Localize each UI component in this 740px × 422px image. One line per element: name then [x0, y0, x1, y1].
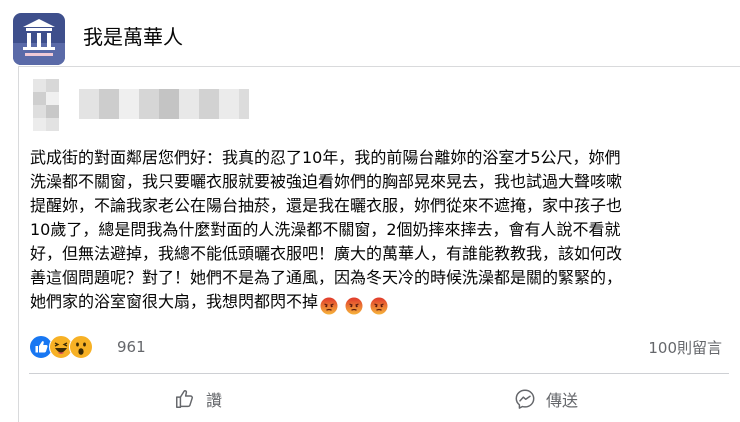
blurred-author-name — [79, 89, 249, 119]
angry-face-icon — [345, 297, 363, 314]
angry-face-icon — [370, 297, 388, 314]
like-button-label: 讚 — [206, 391, 223, 410]
post-line: 提醒妳，不論我家老公在陽台抽菸，還是我在曬衣服，妳們從來不遮掩，家中孩子也 — [30, 196, 623, 215]
comment-count-link[interactable]: 100則留言 — [648, 337, 722, 358]
send-button[interactable]: 傳送 — [514, 385, 578, 413]
reaction-count[interactable]: 961 — [117, 338, 146, 356]
angry-face-icon — [320, 297, 338, 314]
wow-icon — [69, 335, 93, 359]
post-line: 她們家的浴室窗很大扇，我想閃都閃不掉 — [30, 292, 319, 311]
post-card: 武成街的對面鄰居您們好：我真的忍了10年，我的前陽台離妳的浴室才5公尺，妳們 洗… — [18, 66, 740, 422]
action-divider — [29, 373, 729, 374]
page-title[interactable]: 我是萬華人 — [83, 24, 183, 50]
post-line-last: 她們家的浴室窗很大扇，我想閃都閃不掉 — [30, 290, 730, 317]
thumbs-up-icon — [176, 390, 193, 408]
post-line: 好，但無法避掉，我總不能低頭曬衣服吧！廣大的萬華人，有誰能教教我，該如何改 — [30, 244, 623, 263]
page-logo-icon[interactable] — [13, 13, 65, 65]
page-header: 我是萬華人 — [0, 0, 740, 66]
blurred-avatar — [33, 79, 59, 131]
post-body: 武成街的對面鄰居您們好：我真的忍了10年，我的前陽台離妳的浴室才5公尺，妳們 洗… — [30, 146, 730, 317]
post-line: 武成街的對面鄰居您們好：我真的忍了10年，我的前陽台離妳的浴室才5公尺，妳們 — [30, 148, 621, 167]
post-line: 洗澡都不關窗，我只要曬衣服就要被強迫看妳們的胸部晃來晃去，我也試過大聲咳嗽 — [30, 172, 623, 191]
post-line: 10歲了，總是問我為什麼對面的人洗澡都不關窗，2個奶摔來摔去，會有人說不看就 — [30, 220, 621, 239]
messenger-icon — [515, 389, 535, 409]
send-button-label: 傳送 — [546, 391, 579, 410]
like-button[interactable]: 讚 — [174, 385, 222, 413]
angry-emoji-group — [318, 293, 388, 317]
post-line: 善這個問題呢？對了！她們不是為了通風，因為冬天冷的時候洗澡都是關的緊緊的， — [30, 268, 623, 287]
